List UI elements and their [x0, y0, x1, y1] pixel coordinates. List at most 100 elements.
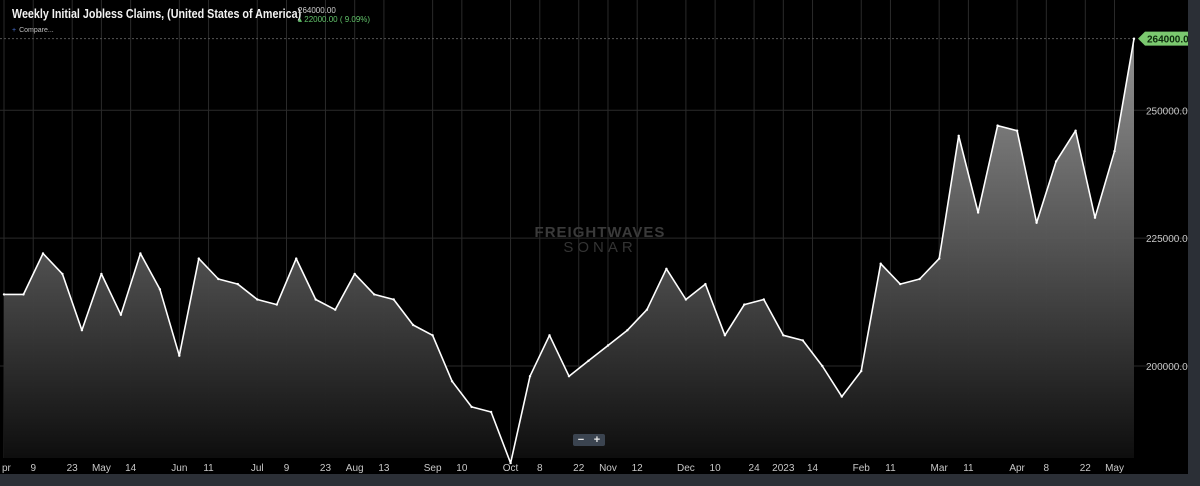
x-tick-label: Aug: [346, 463, 364, 474]
x-axis-tick-labels: pr 9 23 May 14 Jun 11 Jul 9 23 Aug 13 Sep 10 Oct 8 22 Nov…: [2, 463, 1124, 474]
data-point: [470, 405, 473, 409]
data-point: [1074, 129, 1077, 132]
data-point: [782, 334, 785, 337]
x-tick-label: Apr: [1009, 463, 1025, 474]
data-point: [743, 303, 746, 306]
data-point: [489, 410, 493, 414]
x-tick-label: Sep: [424, 463, 442, 474]
chart-canvas[interactable]: pr 9 23 May 14 Jun 11 Jul 9 23 Aug 13 Sep 10 Oct 8 22 Nov…: [0, 0, 1200, 486]
data-point: [996, 124, 999, 127]
data-point: [1054, 160, 1058, 163]
data-point: [1093, 216, 1097, 219]
series-area: [4, 38, 1134, 464]
x-tick-label: Jun: [171, 463, 187, 474]
data-point: [217, 277, 220, 281]
bottom-edge-bar: [0, 474, 1200, 486]
y-tick-label: 225000.00: [1146, 234, 1194, 245]
data-point: [528, 375, 532, 378]
data-point: [762, 298, 765, 301]
x-tick-label: 9: [30, 463, 36, 474]
compare-label: Compare...: [19, 27, 54, 34]
x-tick-label: 13: [378, 463, 390, 474]
data-point: [723, 334, 727, 337]
data-point: [275, 303, 278, 306]
x-tick-label: Dec: [677, 463, 695, 474]
data-point: [158, 288, 162, 291]
x-tick-label: Jul: [251, 463, 264, 474]
x-tick-label: 9: [284, 463, 290, 474]
data-point: [295, 257, 298, 260]
data-point: [80, 329, 84, 332]
data-point: [899, 282, 902, 286]
x-tick-label: Mar: [931, 463, 949, 474]
x-tick-label: 23: [320, 463, 332, 474]
x-tick-label: 14: [125, 463, 137, 474]
data-point: [178, 354, 181, 357]
right-edge-bar: [1188, 0, 1200, 486]
y-axis-tick-labels: 200000.00 225000.00 250000.00: [1146, 106, 1194, 373]
data-point: [450, 380, 454, 383]
data-point: [606, 344, 610, 347]
x-tick-label: 11: [963, 463, 974, 474]
data-point: [1035, 221, 1038, 224]
data-point: [41, 252, 45, 255]
data-point: [665, 267, 668, 270]
data-point: [957, 134, 960, 137]
data-point: [860, 369, 863, 373]
data-point: [840, 395, 843, 398]
data-point: [61, 272, 64, 276]
x-tick-label: 11: [203, 463, 214, 474]
x-tick-label: 23: [67, 463, 79, 474]
data-point: [801, 339, 804, 342]
data-point: [139, 252, 142, 255]
zoom-controls: − +: [573, 434, 605, 446]
x-tick-label: Nov: [599, 463, 617, 474]
area-layer: [4, 38, 1134, 464]
data-point: [548, 334, 551, 337]
zoom-out-button[interactable]: −: [578, 434, 584, 446]
data-point: [918, 277, 921, 281]
data-point: [119, 313, 123, 316]
change-readout: ▴ 22000.00 ( 9.09%): [298, 15, 371, 24]
x-tick-label: 24: [749, 463, 761, 474]
x-tick-label: Oct: [503, 463, 519, 474]
zoom-in-button[interactable]: +: [594, 434, 600, 446]
data-point: [567, 375, 571, 378]
data-point: [704, 282, 707, 286]
data-point: [373, 293, 376, 296]
x-tick-label: pr: [2, 463, 12, 474]
data-point: [684, 298, 688, 301]
data-point: [1113, 150, 1116, 153]
data-point: [314, 298, 317, 301]
data-point: [197, 257, 200, 260]
x-tick-label: 10: [710, 463, 722, 474]
data-point: [1015, 129, 1019, 132]
data-point: [431, 334, 434, 337]
data-point: [976, 211, 980, 214]
x-tick-label: 22: [1080, 463, 1092, 474]
chart-frame: pr 9 23 May 14 Jun 11 Jul 9 23 Aug 13 Sep 10 Oct 8 22 Nov…: [0, 0, 1200, 486]
x-tick-label: May: [1105, 463, 1124, 474]
x-tick-label: 11: [885, 463, 896, 474]
data-point: [334, 308, 337, 311]
x-tick-label: 10: [456, 463, 468, 474]
last-value-readout: 264000.00: [298, 6, 336, 15]
data-point: [1132, 37, 1136, 40]
data-point: [626, 329, 629, 332]
x-tick-label: 22: [573, 463, 585, 474]
x-tick-label: May: [92, 463, 111, 474]
compare-button[interactable]: + Compare...: [12, 27, 54, 34]
x-tick-label: Feb: [853, 463, 871, 474]
data-point: [411, 323, 415, 327]
data-point: [587, 359, 590, 362]
data-point: [100, 272, 103, 276]
data-point: [821, 364, 824, 368]
x-tick-label: 2023: [772, 463, 795, 474]
last-value-badge: 264000.00: [1138, 31, 1195, 46]
x-tick-label: 12: [632, 463, 644, 474]
data-point: [256, 298, 259, 301]
plus-icon: +: [12, 27, 17, 34]
data-point: [392, 298, 395, 301]
data-point: [879, 262, 882, 265]
y-tick-label: 250000.00: [1146, 106, 1194, 117]
